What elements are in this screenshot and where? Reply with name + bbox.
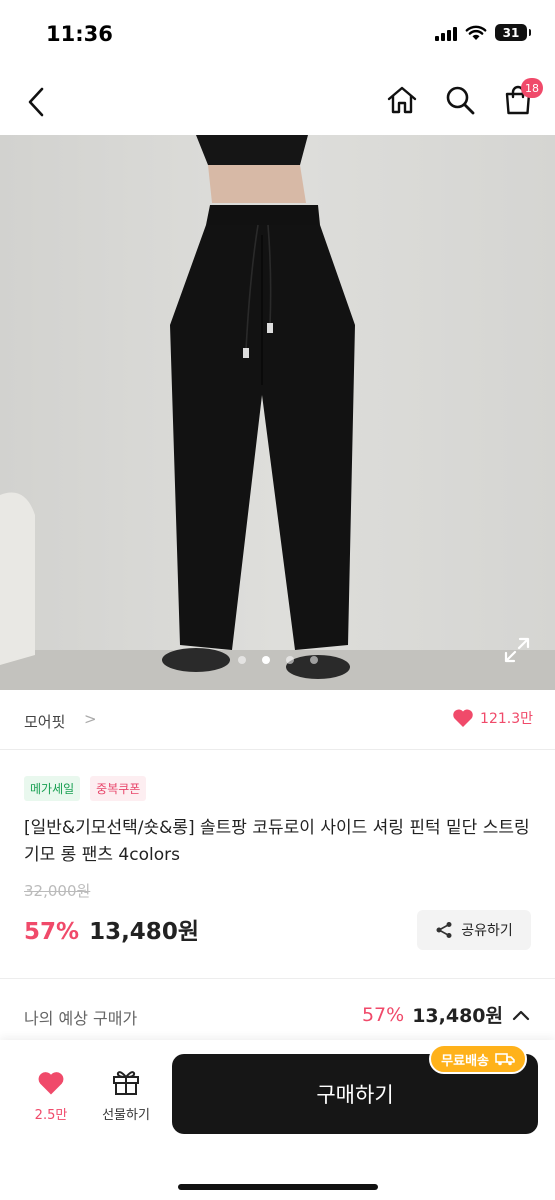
like-button[interactable]: 2.5만	[22, 1070, 80, 1123]
product-image-gallery[interactable]	[0, 135, 555, 690]
original-price: 32,000원	[24, 882, 91, 900]
mega-sale-badge: 메가세일	[24, 776, 81, 801]
chevron-right-icon: >	[84, 710, 97, 728]
chevron-left-icon	[28, 87, 44, 117]
signal-icon	[435, 25, 457, 41]
cart-button[interactable]: 18	[501, 78, 543, 120]
heart-icon	[38, 1072, 64, 1095]
sale-price: 13,480원	[89, 919, 199, 945]
brand-likes-count: 121.3만	[480, 711, 533, 727]
search-icon	[446, 86, 475, 115]
coupon-badge: 중복쿠폰	[90, 776, 147, 801]
battery-icon: 31	[495, 24, 531, 41]
status-icons: 31	[435, 24, 531, 41]
gift-label: 선물하기	[102, 1108, 150, 1123]
pagination-dot-active[interactable]	[261, 656, 270, 664]
expand-icon	[504, 637, 530, 663]
estimated-price-label: 나의 예상 구매가	[24, 1009, 138, 1028]
home-button[interactable]	[385, 80, 419, 120]
heart-icon	[453, 709, 473, 727]
fullscreen-button[interactable]	[503, 636, 531, 664]
cart-count-badge: 18	[521, 78, 543, 98]
pagination-dot[interactable]	[309, 656, 318, 664]
pagination-dot[interactable]	[237, 656, 246, 664]
price-row: 57% 13,480원	[24, 912, 199, 946]
search-button[interactable]	[443, 80, 477, 120]
status-bar: 11:36 31	[0, 0, 555, 68]
brand-likes[interactable]: 121.3만	[452, 708, 533, 728]
promo-badges: 메가세일 중복쿠폰	[24, 776, 147, 801]
divider	[0, 978, 555, 979]
estimated-price-row[interactable]: 나의 예상 구매가 57% 13,480원	[0, 995, 555, 1035]
gallery-pagination	[0, 656, 555, 664]
bottom-action-bar: 2.5만 선물하기 구매하기 무료배송	[0, 1040, 555, 1200]
share-label: 공유하기	[461, 923, 513, 939]
pagination-dot[interactable]	[285, 656, 294, 664]
truck-icon	[495, 1053, 515, 1066]
chevron-up-icon[interactable]	[511, 1008, 531, 1022]
product-photo	[0, 135, 555, 690]
brand-row[interactable]: 모어핏 > 121.3만	[0, 692, 555, 750]
gift-button[interactable]: 선물하기	[90, 1068, 162, 1123]
gift-icon	[113, 1071, 139, 1095]
nav-actions: 18	[385, 78, 543, 120]
brand-name[interactable]: 모어핏	[24, 711, 65, 732]
share-button[interactable]: 공유하기	[417, 910, 531, 950]
top-nav: 18	[0, 70, 555, 134]
share-icon	[436, 922, 452, 938]
estimated-discount: 57%	[361, 1003, 405, 1026]
wifi-icon	[465, 25, 487, 40]
status-time: 11:36	[46, 22, 113, 46]
like-count: 2.5만	[34, 1108, 68, 1123]
estimated-price: 13,480원	[412, 1005, 503, 1027]
free-shipping-label: 무료배송	[441, 1053, 489, 1069]
estimated-price-value: 57% 13,480원	[362, 1001, 531, 1028]
back-button[interactable]	[18, 82, 54, 122]
home-indicator	[178, 1184, 378, 1190]
home-icon	[387, 86, 417, 114]
free-shipping-badge: 무료배송	[429, 1044, 527, 1074]
product-title: [일반&기모선택/숏&롱] 솔트팡 코듀로이 사이드 셔링 핀턱 밑단 스트링 …	[24, 818, 530, 865]
discount-rate: 57%	[24, 919, 80, 945]
